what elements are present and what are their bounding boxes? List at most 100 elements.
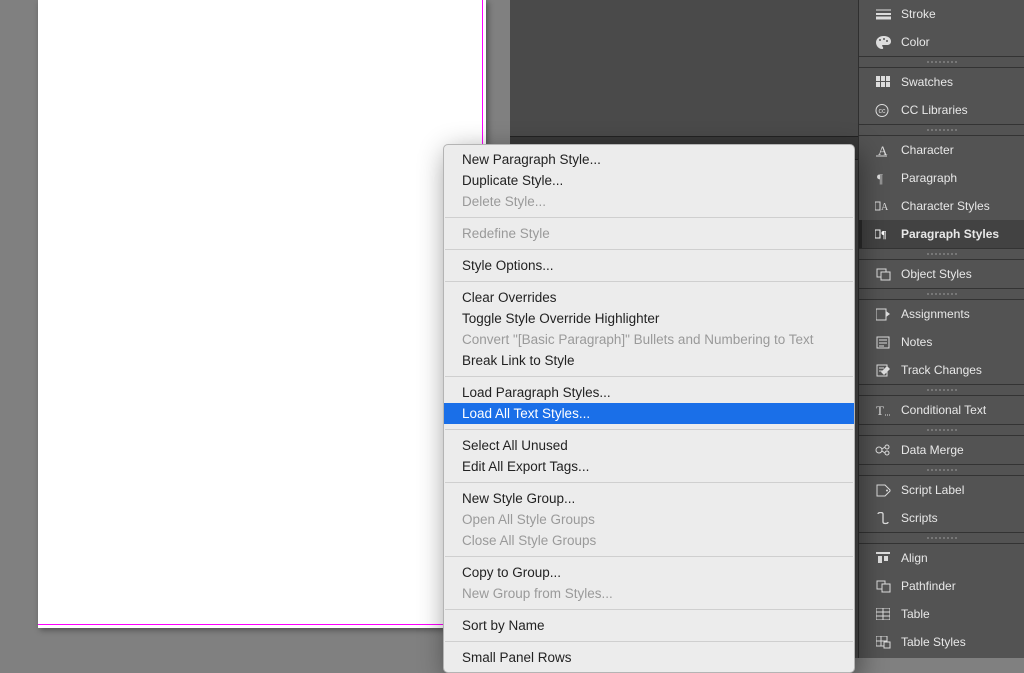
svg-text:A: A	[878, 143, 888, 157]
align-icon	[874, 551, 892, 565]
menu-separator	[445, 641, 853, 642]
panel-character-styles[interactable]: A Character Styles	[859, 192, 1024, 220]
panel-separator	[859, 248, 1024, 260]
panel-label: Align	[901, 551, 928, 565]
panel-separator	[859, 56, 1024, 68]
menu-separator	[445, 609, 853, 610]
menu-separator	[445, 482, 853, 483]
menu-style-options[interactable]: Style Options...	[444, 255, 854, 276]
panel-label: Table Styles	[901, 635, 966, 649]
panel-script-label[interactable]: Script Label	[859, 476, 1024, 504]
panel-separator	[859, 124, 1024, 136]
svg-text:T: T	[876, 403, 884, 417]
palette-icon	[874, 35, 892, 49]
panel-assignments[interactable]: Assignments	[859, 300, 1024, 328]
table-styles-icon	[874, 635, 892, 649]
panel-stroke[interactable]: Stroke	[859, 0, 1024, 28]
menu-open-all-groups: Open All Style Groups	[444, 509, 854, 530]
conditional-text-icon: T	[874, 403, 892, 417]
svg-text:¶: ¶	[877, 171, 883, 185]
pathfinder-icon	[874, 579, 892, 593]
panel-table[interactable]: Table	[859, 600, 1024, 628]
app-workspace: Stroke Color Swatches cc CC Libraries A	[0, 0, 1024, 658]
panel-label: Stroke	[901, 7, 936, 21]
panel-separator	[859, 288, 1024, 300]
character-icon: A	[874, 143, 892, 157]
menu-copy-to-group[interactable]: Copy to Group...	[444, 562, 854, 583]
panel-label: Track Changes	[901, 363, 982, 377]
document-page[interactable]	[38, 0, 486, 628]
panel-label: Pathfinder	[901, 579, 956, 593]
panel-separator	[859, 384, 1024, 396]
menu-convert-bullets: Convert "[Basic Paragraph]" Bullets and …	[444, 329, 854, 350]
script-label-icon	[874, 483, 892, 497]
panel-align[interactable]: Align	[859, 544, 1024, 572]
svg-text:A: A	[881, 202, 889, 213]
menu-toggle-override-highlighter[interactable]: Toggle Style Override Highlighter	[444, 308, 854, 329]
panel-label: Table	[901, 607, 930, 621]
panel-conditional-text[interactable]: T Conditional Text	[859, 396, 1024, 424]
menu-sort-by-name[interactable]: Sort by Name	[444, 615, 854, 636]
panel-separator	[859, 424, 1024, 436]
panel-separator	[859, 532, 1024, 544]
panel-paragraph-styles[interactable]: ¶ Paragraph Styles	[859, 220, 1024, 248]
track-changes-icon	[874, 363, 892, 377]
notes-icon	[874, 335, 892, 349]
panel-label: Object Styles	[901, 267, 972, 281]
svg-text:¶: ¶	[881, 230, 886, 241]
panel-label: Color	[901, 35, 930, 49]
object-styles-icon	[874, 267, 892, 281]
panel-label: Notes	[901, 335, 932, 349]
panel-cc-libraries[interactable]: cc CC Libraries	[859, 96, 1024, 124]
menu-break-link[interactable]: Break Link to Style	[444, 350, 854, 371]
panel-color[interactable]: Color	[859, 28, 1024, 56]
panel-label: Paragraph Styles	[901, 227, 999, 241]
panel-label: Paragraph	[901, 171, 957, 185]
panel-track-changes[interactable]: Track Changes	[859, 356, 1024, 384]
panel-label: Character	[901, 143, 954, 157]
menu-separator	[445, 556, 853, 557]
paragraph-icon: ¶	[874, 171, 892, 185]
panel-paragraph[interactable]: ¶ Paragraph	[859, 164, 1024, 192]
panel-pathfinder[interactable]: Pathfinder	[859, 572, 1024, 600]
panel-table-styles[interactable]: Table Styles	[859, 628, 1024, 656]
menu-load-all-text-styles[interactable]: Load All Text Styles...	[444, 403, 854, 424]
panel-label: Script Label	[901, 483, 964, 497]
panel-label: Scripts	[901, 511, 938, 525]
menu-duplicate-style[interactable]: Duplicate Style...	[444, 170, 854, 191]
panel-swatches[interactable]: Swatches	[859, 68, 1024, 96]
svg-text:cc: cc	[879, 108, 887, 115]
menu-clear-overrides[interactable]: Clear Overrides	[444, 287, 854, 308]
panel-dock: Stroke Color Swatches cc CC Libraries A	[858, 0, 1024, 658]
menu-separator	[445, 429, 853, 430]
panel-separator	[859, 464, 1024, 476]
panel-character[interactable]: A Character	[859, 136, 1024, 164]
menu-load-paragraph-styles[interactable]: Load Paragraph Styles...	[444, 382, 854, 403]
panel-data-merge[interactable]: Data Merge	[859, 436, 1024, 464]
panel-object-styles[interactable]: Object Styles	[859, 260, 1024, 288]
menu-edit-all-export-tags[interactable]: Edit All Export Tags...	[444, 456, 854, 477]
panel-label: Conditional Text	[901, 403, 986, 417]
panel-label: Swatches	[901, 75, 953, 89]
assignments-icon	[874, 307, 892, 321]
panel-label: CC Libraries	[901, 103, 968, 117]
panel-label: Character Styles	[901, 199, 990, 213]
paragraph-styles-context-menu: New Paragraph Style... Duplicate Style..…	[443, 144, 855, 673]
menu-separator	[445, 249, 853, 250]
menu-new-paragraph-style[interactable]: New Paragraph Style...	[444, 149, 854, 170]
menu-new-style-group[interactable]: New Style Group...	[444, 488, 854, 509]
table-icon	[874, 607, 892, 621]
menu-new-group-from-styles: New Group from Styles...	[444, 583, 854, 604]
canvas-pasteboard[interactable]	[0, 0, 510, 658]
menu-select-all-unused[interactable]: Select All Unused	[444, 435, 854, 456]
menu-separator	[445, 376, 853, 377]
data-merge-icon	[874, 443, 892, 457]
panel-notes[interactable]: Notes	[859, 328, 1024, 356]
menu-delete-style: Delete Style...	[444, 191, 854, 212]
panel-scripts[interactable]: Scripts	[859, 504, 1024, 532]
cc-icon: cc	[874, 103, 892, 117]
menu-separator	[445, 217, 853, 218]
panel-label: Assignments	[901, 307, 970, 321]
menu-close-all-groups: Close All Style Groups	[444, 530, 854, 551]
swatches-icon	[874, 75, 892, 89]
